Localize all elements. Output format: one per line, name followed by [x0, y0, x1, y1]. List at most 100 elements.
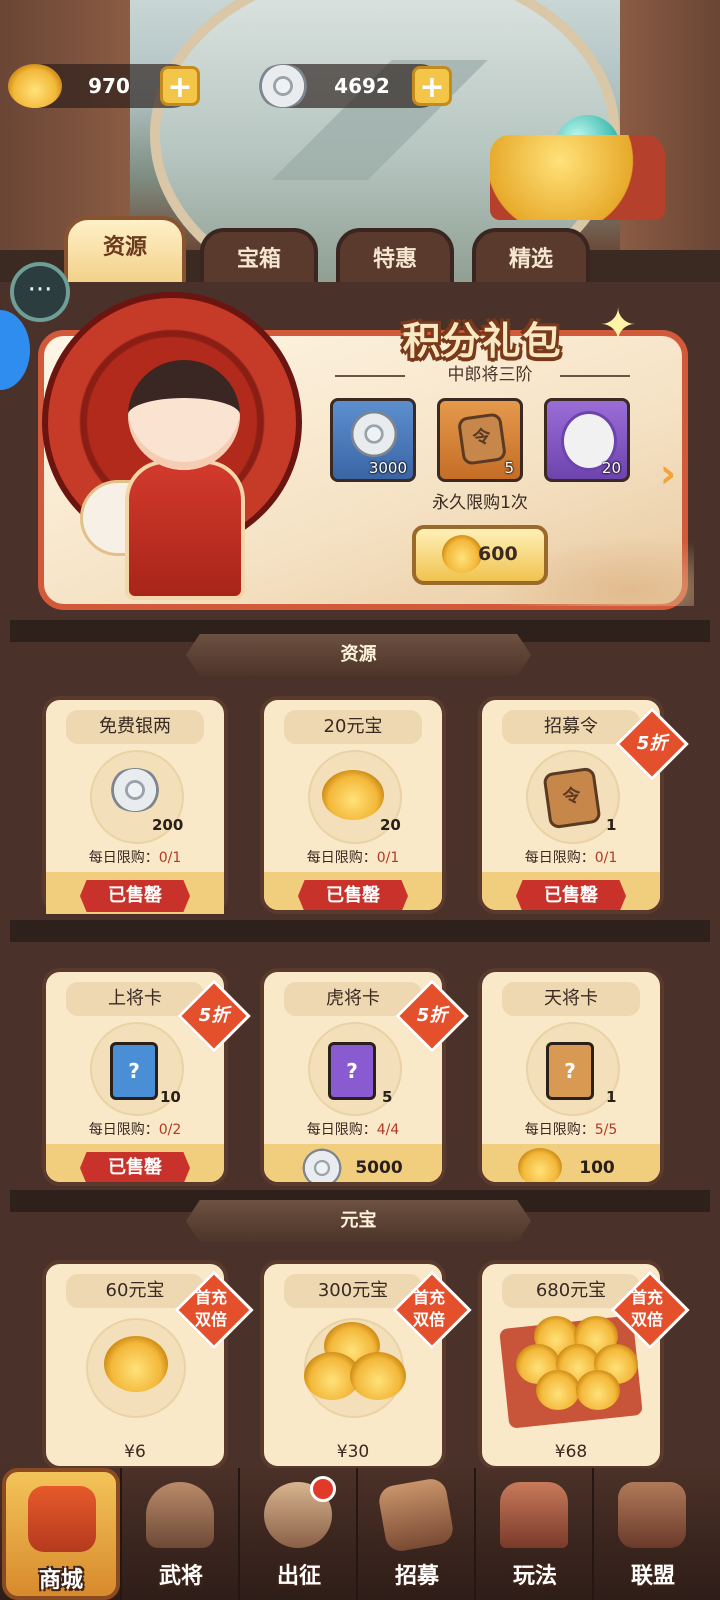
recruit-token-icon: 令	[542, 766, 602, 830]
daily-limit-label: 每日限购：	[524, 1122, 595, 1138]
section-header-ingots: 元宝	[186, 1200, 531, 1242]
ingot-price: ¥6	[124, 1442, 146, 1462]
nav-label: 招募	[394, 1564, 439, 1589]
discount-badge-text: 5折	[636, 733, 668, 754]
nav-expedition[interactable]: 出征	[238, 1468, 356, 1600]
discount-badge-text: 5折	[416, 1005, 448, 1026]
daily-limit: 每日限购：0/1	[482, 846, 660, 870]
reward-recruit-token[interactable]: 令 5	[437, 398, 523, 482]
helmet-icon	[146, 1482, 214, 1548]
daily-limit-count: 0/1	[594, 850, 618, 866]
daily-limit: 每日限购：4/4	[264, 1118, 442, 1142]
silver-coin-icon	[349, 411, 399, 457]
gold-ingot-icon	[442, 535, 482, 573]
ingot-price: ¥30	[336, 1442, 370, 1462]
banner-title: 积分礼包	[402, 319, 563, 363]
bottom-nav: 商城 武将 出征 招募 玩法 联盟	[0, 1468, 720, 1600]
gold-ingot-icon	[350, 1352, 406, 1400]
gold-ingot-value: 970	[88, 74, 130, 98]
nav-gameplay[interactable]: 玩法	[474, 1468, 592, 1600]
nav-label: 玩法	[512, 1564, 557, 1589]
silver-coin-value: 4692	[334, 74, 390, 98]
card-title: 天将卡	[502, 982, 640, 1016]
purple-card-icon: ?	[328, 1042, 376, 1100]
daily-limit-label: 每日限购：	[88, 850, 159, 866]
shop-chest-icon	[28, 1486, 96, 1552]
notification-dot	[310, 1476, 336, 1502]
banner-subtitle: 中郎将三阶	[447, 365, 533, 385]
nav-label: 联盟	[630, 1564, 675, 1589]
nav-shop[interactable]: 商城	[2, 1468, 120, 1600]
nav-label: 武将	[158, 1564, 203, 1589]
daily-limit: 每日限购：0/1	[264, 846, 442, 870]
shop-card-free-silver[interactable]: 免费银两 200 每日限购：0/1 已售罄	[42, 696, 228, 914]
shop-card-20-ingot[interactable]: 20元宝 20 每日限购：0/1 已售罄	[260, 696, 446, 914]
nav-recruit[interactable]: 招募	[356, 1468, 474, 1600]
first-recharge-line2: 双倍	[412, 1310, 445, 1329]
sold-out-button[interactable]: 已售罄	[298, 880, 408, 910]
sold-out-button[interactable]: 已售罄	[80, 880, 190, 912]
banner-price: 600	[478, 543, 518, 565]
next-arrow-icon[interactable]: ›	[648, 452, 688, 496]
gold-ingot-icon	[536, 1370, 580, 1410]
shop-card-heaven-card[interactable]: 天将卡 ? 1 每日限购：5/5 100	[478, 968, 664, 1186]
reward-qty: 3000	[368, 459, 407, 477]
daily-limit-count: 5/5	[594, 1122, 618, 1138]
nav-label: 出征	[276, 1564, 321, 1589]
card-qty: 10	[160, 1088, 181, 1106]
silver-coin-icon	[108, 768, 162, 812]
sold-out-button[interactable]: 已售罄	[80, 1152, 190, 1182]
tab-specials[interactable]: 特惠	[336, 228, 454, 288]
reward-qty: 20	[601, 459, 621, 477]
reward-qty: 5	[504, 459, 514, 477]
tab-resources[interactable]: 资源	[64, 216, 186, 290]
daily-limit-label: 每日限购：	[88, 1122, 159, 1138]
tab-chests[interactable]: 宝箱	[200, 228, 318, 288]
first-recharge-line2: 双倍	[194, 1310, 227, 1329]
orange-card-icon: ?	[546, 1042, 594, 1100]
recruit-token-icon: 令	[456, 412, 508, 466]
silver-coin-icon	[256, 64, 310, 108]
daily-limit: 每日限购：0/1	[46, 846, 224, 870]
card-title: 免费银两	[66, 710, 204, 744]
gold-ingot-icon	[322, 770, 384, 820]
daily-limit-label: 每日限购：	[524, 850, 595, 866]
daily-limit-count: 0/1	[158, 850, 182, 866]
card-price-button[interactable]: 5000	[314, 1152, 442, 1182]
card-title: 20元宝	[284, 710, 422, 744]
card-qty: 5	[382, 1088, 393, 1106]
nav-alliance[interactable]: 联盟	[592, 1468, 720, 1600]
banner-flags-icon	[618, 1482, 686, 1548]
sparkle-icon: ✦	[599, 300, 637, 351]
gold-ingot-icon	[576, 1370, 620, 1410]
first-recharge-line1: 首充	[630, 1288, 663, 1307]
add-silver-button[interactable]: +	[412, 66, 452, 106]
banner-buy-button[interactable]: 600	[412, 525, 548, 585]
gold-ingot-icon	[104, 1336, 168, 1392]
reward-hero-shards[interactable]: 20	[544, 398, 630, 482]
reward-silver-coins[interactable]: 3000	[330, 398, 416, 482]
add-gold-button[interactable]: +	[160, 66, 200, 106]
card-qty: 200	[152, 816, 184, 834]
daily-limit-count: 4/4	[376, 1122, 400, 1138]
treasure-bowl	[490, 135, 665, 220]
daily-limit-label: 每日限购：	[306, 1122, 377, 1138]
ingot-price: ¥68	[554, 1442, 588, 1462]
first-recharge-line1: 首充	[412, 1288, 445, 1307]
daily-limit-label: 每日限购：	[306, 850, 377, 866]
tab-featured[interactable]: 精选	[472, 228, 590, 288]
daily-limit: 每日限购：5/5	[482, 1118, 660, 1142]
shelf-divider	[10, 920, 710, 942]
nav-generals[interactable]: 武将	[120, 1468, 238, 1600]
gold-ingot-icon	[8, 64, 62, 108]
purchase-limit-note: 永久限购1次	[432, 493, 528, 513]
blue-card-icon: ?	[110, 1042, 158, 1100]
card-qty: 1	[606, 816, 617, 834]
sold-out-button[interactable]: 已售罄	[516, 880, 626, 910]
card-price-button[interactable]: 100	[532, 1152, 660, 1182]
chat-bubble-icon: ···	[27, 275, 53, 305]
card-qty: 1	[606, 1088, 617, 1106]
hero-robe	[125, 460, 245, 600]
chat-button[interactable]: ···	[10, 262, 70, 322]
card-qty: 20	[380, 816, 401, 834]
